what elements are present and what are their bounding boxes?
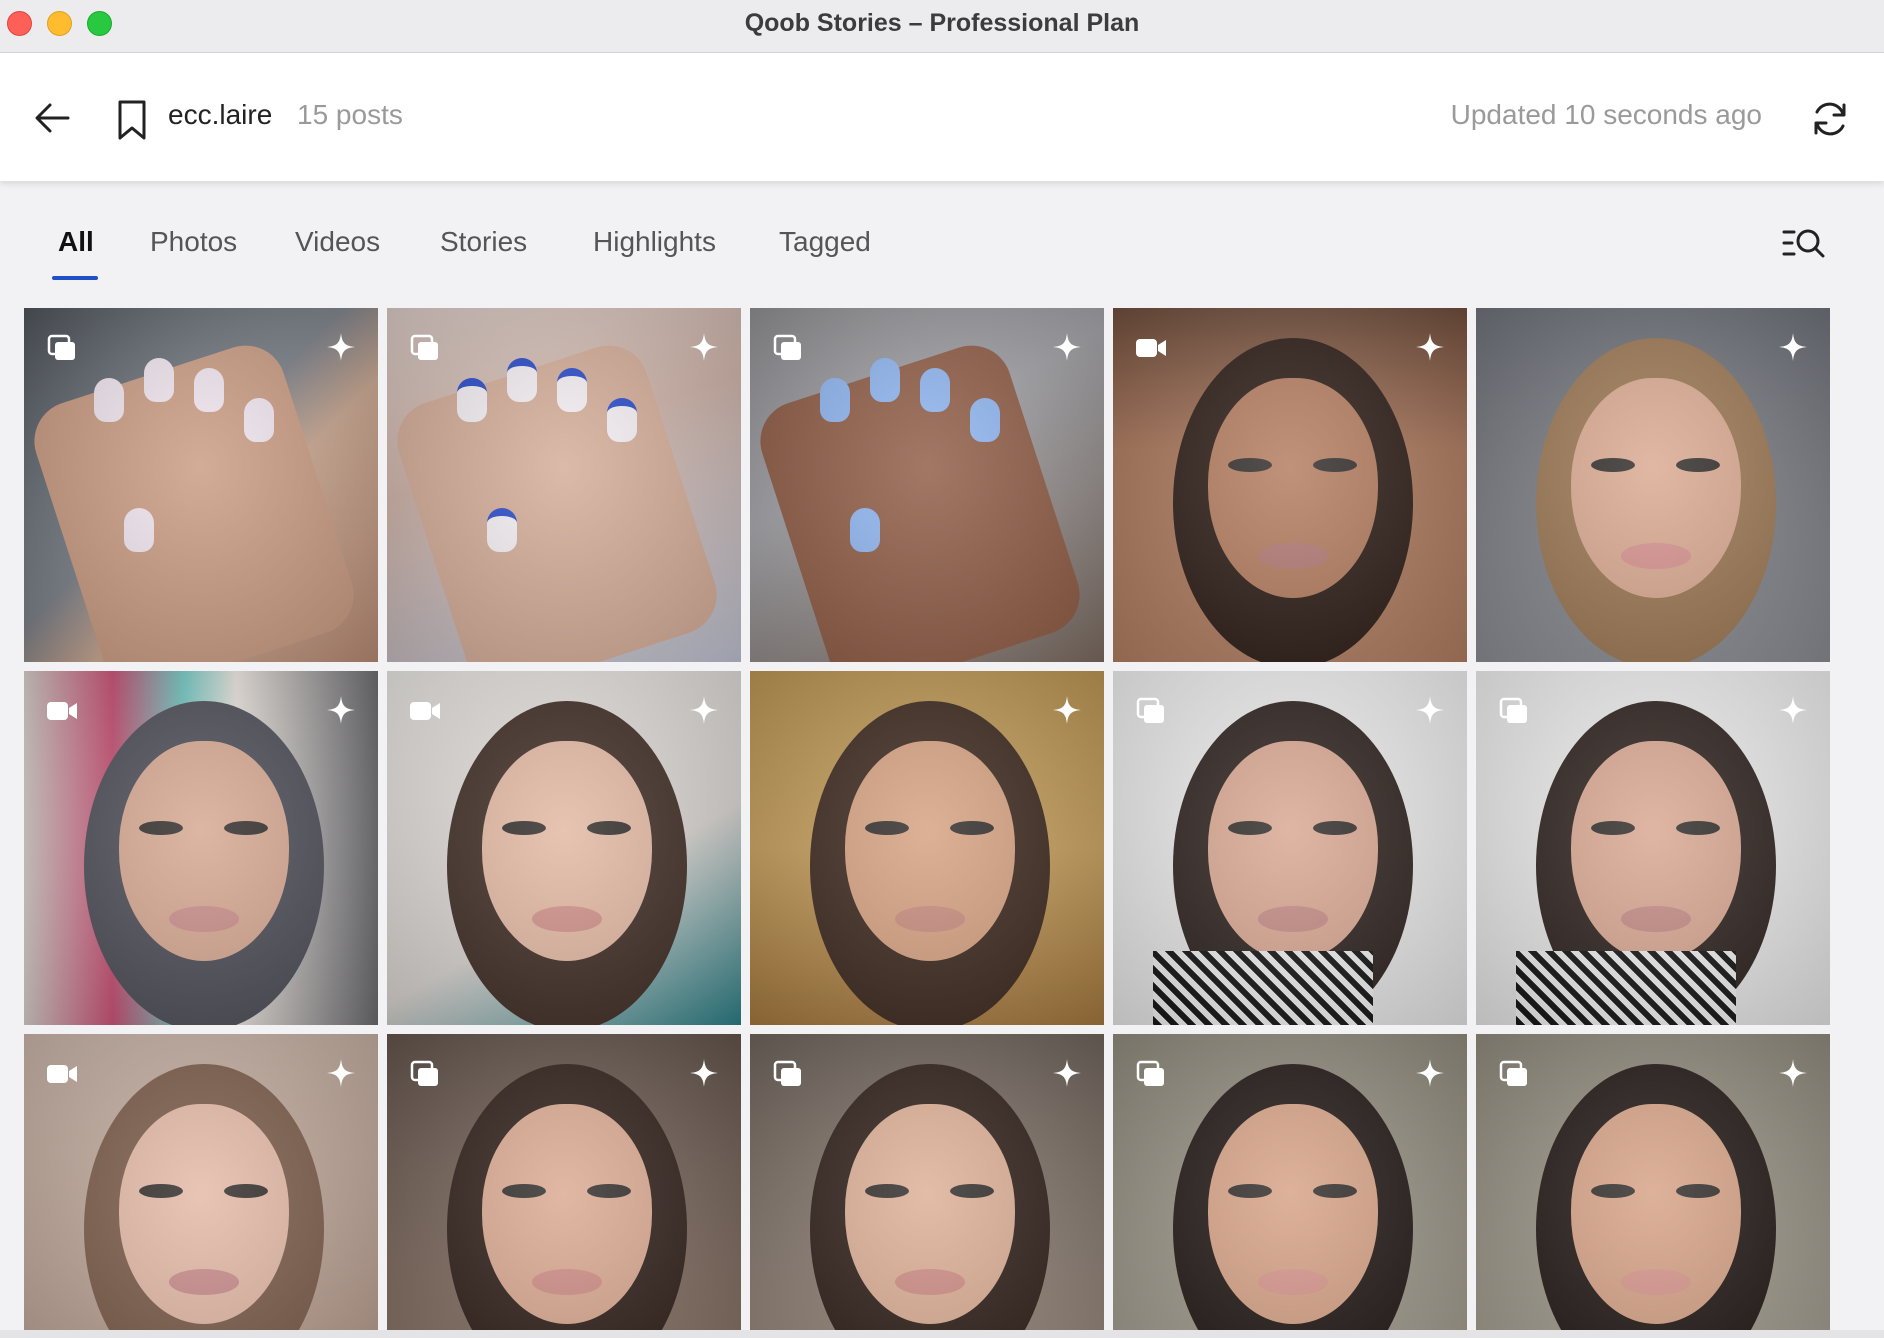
active-tab-indicator bbox=[52, 276, 98, 280]
video-camera-icon bbox=[1136, 339, 1166, 357]
content-tabs: All Photos Videos Stories Highlights Tag… bbox=[0, 220, 1884, 280]
refresh-button[interactable] bbox=[1808, 97, 1852, 141]
post-tile[interactable] bbox=[24, 671, 378, 1025]
refresh-icon bbox=[1814, 102, 1846, 136]
post-tile[interactable] bbox=[387, 308, 741, 662]
post-tile[interactable] bbox=[1113, 308, 1467, 662]
post-count: 15 posts bbox=[297, 99, 403, 130]
post-tile[interactable] bbox=[1476, 308, 1830, 662]
title-bar: Qoob Stories – Professional Plan bbox=[0, 0, 1884, 53]
filter-search-button[interactable] bbox=[1782, 226, 1826, 262]
tab-photos[interactable]: Photos bbox=[150, 226, 237, 258]
sparkle-icon[interactable] bbox=[326, 332, 356, 362]
arrow-left-icon bbox=[35, 103, 70, 133]
post-thumbnail bbox=[750, 671, 1104, 1025]
sparkle-icon[interactable] bbox=[1052, 695, 1082, 725]
profile-username: ecc.laire bbox=[168, 99, 273, 130]
sparkle-icon[interactable] bbox=[689, 332, 719, 362]
sparkle-icon[interactable] bbox=[1778, 695, 1808, 725]
updated-status: Updated 10 seconds ago bbox=[1450, 99, 1762, 130]
post-tile[interactable] bbox=[24, 1034, 378, 1338]
sparkle-icon[interactable] bbox=[1052, 1058, 1082, 1088]
carousel-icon bbox=[1136, 1060, 1164, 1086]
post-tile[interactable] bbox=[1476, 1034, 1830, 1338]
carousel-icon bbox=[1499, 1060, 1527, 1086]
post-tile[interactable] bbox=[24, 308, 378, 662]
back-button[interactable] bbox=[30, 95, 76, 141]
sparkle-icon[interactable] bbox=[326, 1058, 356, 1088]
post-tile[interactable] bbox=[750, 308, 1104, 662]
tab-highlights[interactable]: Highlights bbox=[593, 226, 716, 258]
tab-videos[interactable]: Videos bbox=[295, 226, 380, 258]
filter-search-icon bbox=[1782, 229, 1825, 258]
post-tile[interactable] bbox=[750, 1034, 1104, 1338]
post-tile[interactable] bbox=[1113, 1034, 1467, 1338]
posts-grid bbox=[24, 308, 1830, 1338]
sparkle-icon[interactable] bbox=[1778, 332, 1808, 362]
carousel-icon bbox=[1136, 697, 1164, 723]
carousel-icon bbox=[410, 1060, 438, 1086]
sparkle-icon[interactable] bbox=[1415, 332, 1445, 362]
tab-all[interactable]: All bbox=[58, 226, 94, 258]
sparkle-icon[interactable] bbox=[1415, 695, 1445, 725]
sparkle-icon[interactable] bbox=[689, 695, 719, 725]
carousel-icon bbox=[773, 1060, 801, 1086]
tab-stories[interactable]: Stories bbox=[440, 226, 527, 258]
bookmark-icon bbox=[118, 100, 146, 140]
sparkle-icon[interactable] bbox=[1778, 1058, 1808, 1088]
video-camera-icon bbox=[47, 1065, 77, 1083]
video-camera-icon bbox=[47, 702, 77, 720]
carousel-icon bbox=[773, 334, 801, 360]
sparkle-icon[interactable] bbox=[326, 695, 356, 725]
post-tile[interactable] bbox=[1113, 671, 1467, 1025]
sparkle-icon[interactable] bbox=[1052, 332, 1082, 362]
post-tile[interactable] bbox=[750, 671, 1104, 1025]
window-title: Qoob Stories – Professional Plan bbox=[744, 9, 1140, 37]
post-thumbnail bbox=[1476, 308, 1830, 662]
post-tile[interactable] bbox=[387, 671, 741, 1025]
sparkle-icon[interactable] bbox=[1415, 1058, 1445, 1088]
post-tile[interactable] bbox=[387, 1034, 741, 1338]
video-camera-icon bbox=[410, 702, 440, 720]
sparkle-icon[interactable] bbox=[689, 1058, 719, 1088]
tab-tagged[interactable]: Tagged bbox=[779, 226, 871, 258]
bottom-edge bbox=[0, 1330, 1884, 1338]
carousel-icon bbox=[47, 334, 75, 360]
profile-header: ecc.laire 15 posts Updated 10 seconds ag… bbox=[0, 53, 1884, 181]
post-tile[interactable] bbox=[1476, 671, 1830, 1025]
carousel-icon bbox=[1499, 697, 1527, 723]
carousel-icon bbox=[410, 334, 438, 360]
app-window: Qoob Stories – Professional Plan ecc.lai… bbox=[0, 0, 1884, 1338]
bookmark-button[interactable] bbox=[114, 99, 150, 141]
